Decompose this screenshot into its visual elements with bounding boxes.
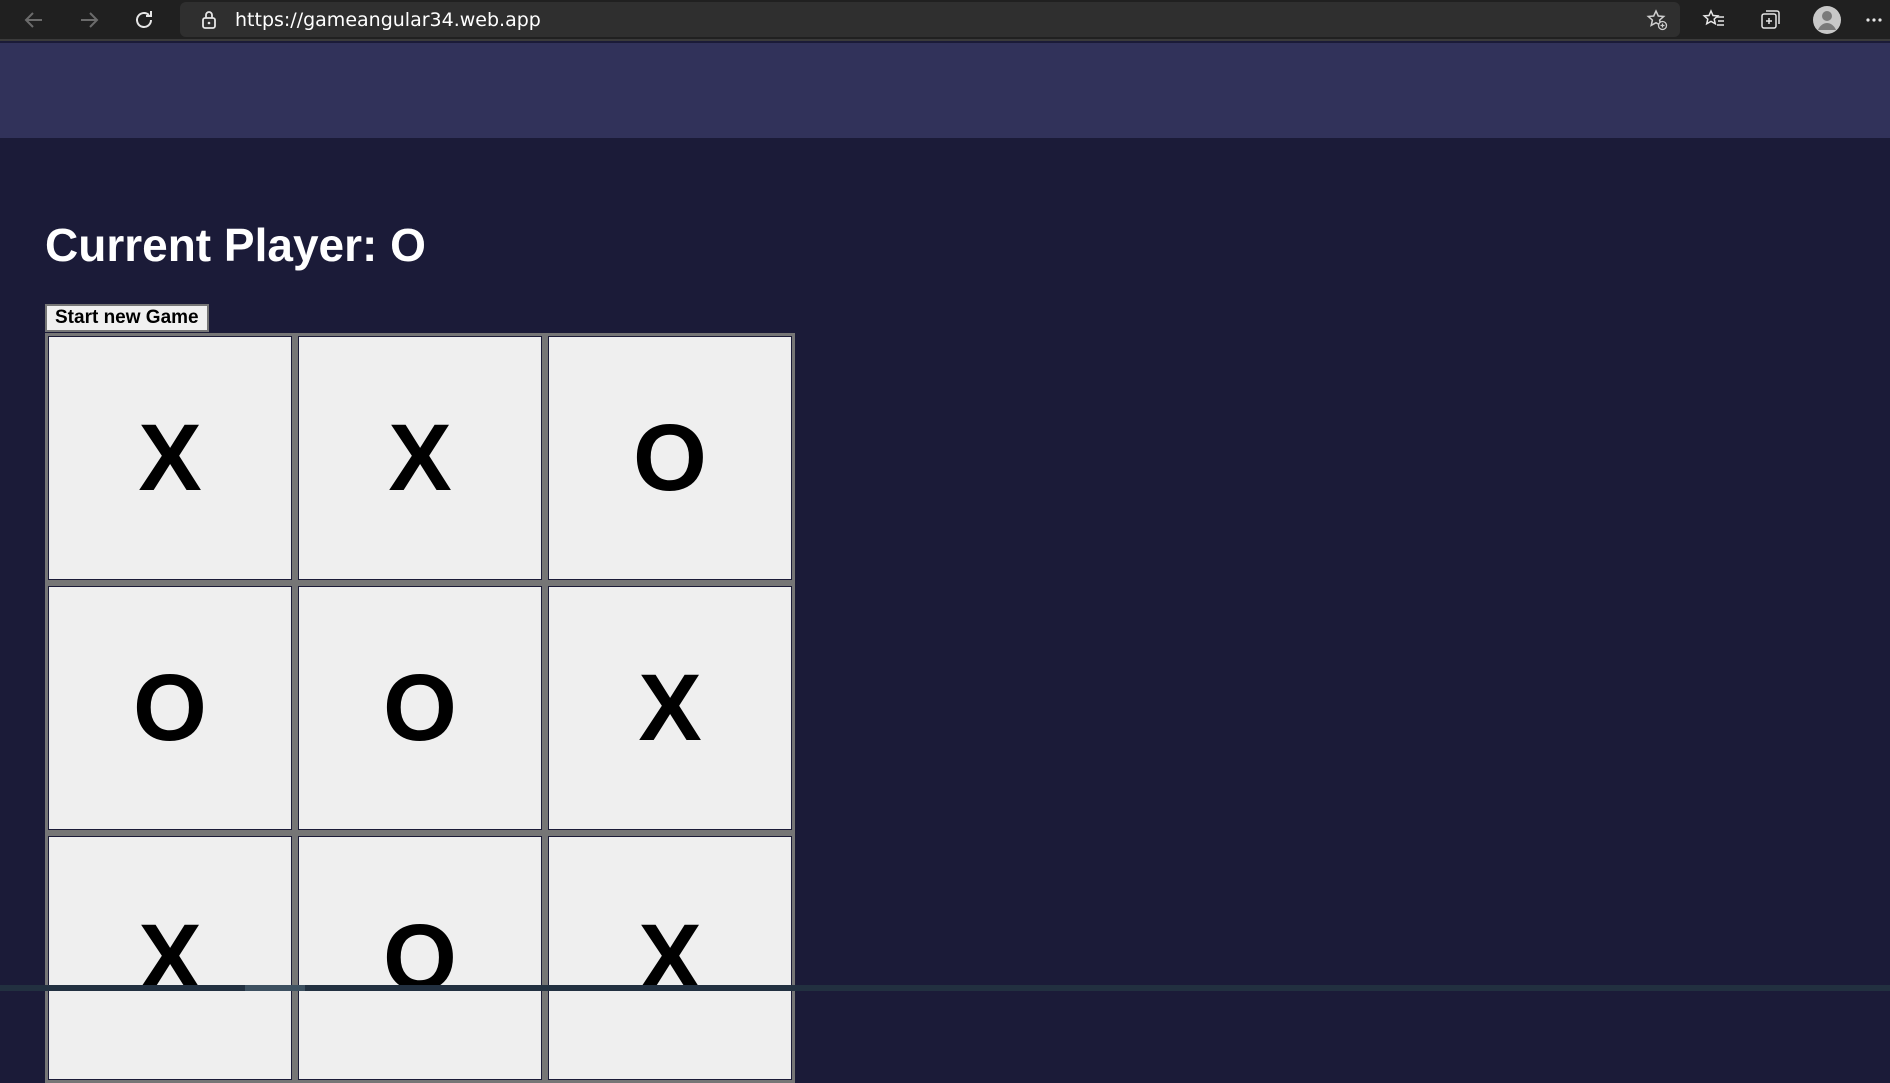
profile-button[interactable] [1811,4,1843,36]
board-cell[interactable]: O [295,833,545,1083]
reload-icon [136,11,152,28]
board-cell[interactable]: X [295,333,545,583]
more-icon [1866,18,1882,22]
favorites-icon [1702,9,1724,26]
board-cell[interactable]: O [45,583,295,833]
reload-button[interactable] [128,4,160,36]
main-content: Current Player: O Start new Game X X O O… [0,138,1890,1083]
forward-button[interactable] [73,4,105,36]
favorites-button[interactable] [1698,4,1730,36]
current-player-heading: Current Player: O [45,219,426,271]
board-cell[interactable]: X [545,583,795,833]
arrow-right-icon [81,12,99,28]
board-cell[interactable]: X [45,833,295,1083]
address-bar[interactable]: https://gameangular34.web.app [180,2,1680,37]
browser-toolbar: https://gameangular34.web.app [0,0,1890,41]
collections-icon [1761,10,1780,29]
collections-button[interactable] [1754,4,1786,36]
start-new-game-button[interactable]: Start new Game [45,304,209,332]
url-text[interactable]: https://gameangular34.web.app [235,9,541,31]
board-cell[interactable]: X [545,833,795,1083]
arrow-left-icon [24,12,42,28]
avatar-icon [1813,6,1841,34]
board-cell[interactable]: O [295,583,545,833]
lock-icon [202,11,216,29]
back-button[interactable] [18,4,50,36]
scrollbar-thumb[interactable] [245,985,305,991]
board-cell[interactable]: O [545,333,795,583]
board-cell[interactable]: X [45,333,295,583]
app-header [0,43,1890,138]
add-favorite-icon[interactable] [1646,9,1668,31]
more-button[interactable] [1860,4,1888,36]
game-board: X X O O O X X O X [45,333,795,1083]
